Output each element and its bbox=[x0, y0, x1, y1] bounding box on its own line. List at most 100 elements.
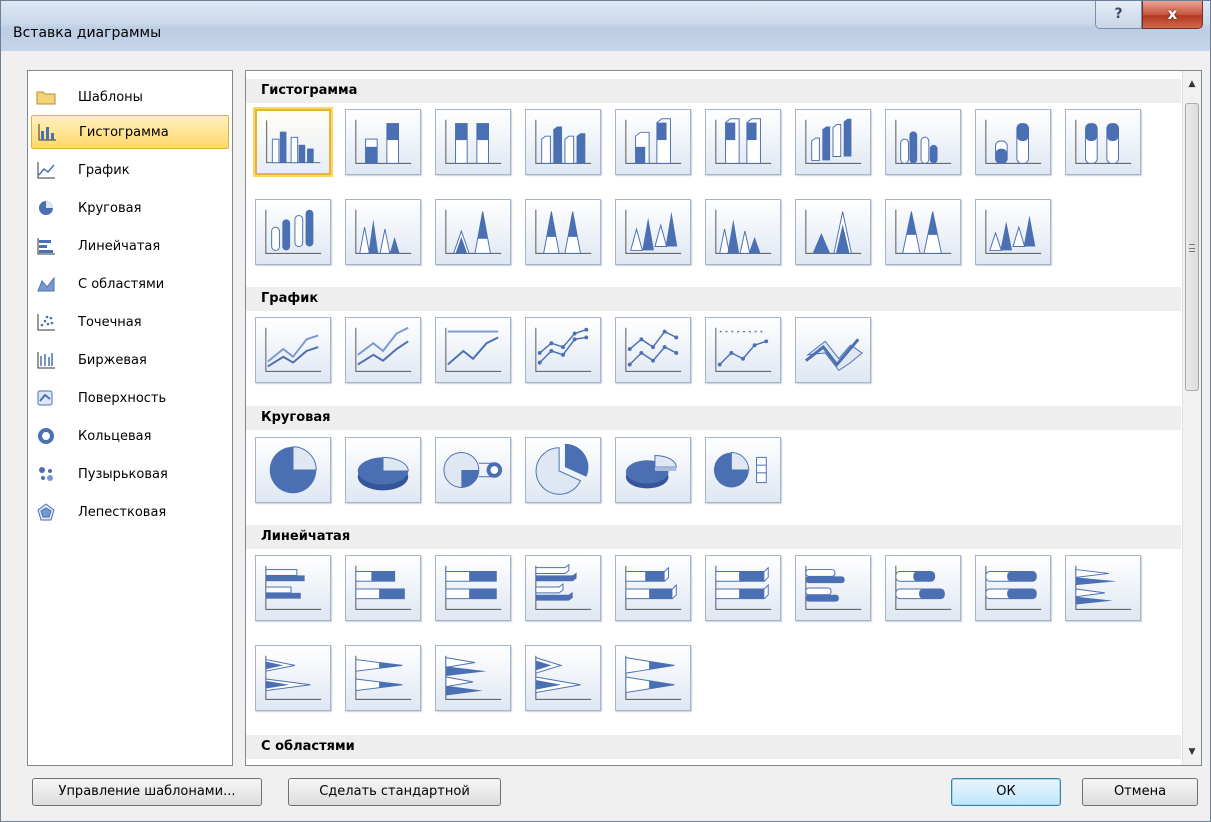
stacked-horizontal-pyramid-icon bbox=[535, 655, 592, 700]
chart-100-stacked-line-markers[interactable] bbox=[705, 317, 781, 383]
chart-3d-stacked-column[interactable] bbox=[615, 109, 691, 175]
category-templates[interactable]: Шаблоны bbox=[31, 80, 229, 114]
chart-stacked-column[interactable] bbox=[345, 109, 421, 175]
close-button[interactable]: x bbox=[1142, 1, 1203, 29]
scroll-thumb[interactable] bbox=[1185, 103, 1199, 391]
chart-3d-line[interactable] bbox=[795, 317, 871, 383]
set-as-default-button[interactable]: Сделать стандартной bbox=[288, 778, 501, 806]
3d-column-icon bbox=[805, 118, 862, 164]
chart-clustered-horizontal-pyramid[interactable] bbox=[435, 645, 511, 711]
chart-line-markers[interactable] bbox=[525, 317, 601, 383]
chart-bar-of-pie[interactable] bbox=[705, 437, 781, 503]
column-chart-icon bbox=[37, 122, 57, 142]
category-pie[interactable]: Круговая bbox=[31, 191, 229, 225]
percent-stacked-line-markers-icon bbox=[715, 327, 772, 372]
manage-templates-button[interactable]: Управление шаблонами... bbox=[32, 778, 262, 806]
chart-clustered-column[interactable] bbox=[253, 107, 333, 177]
chart-clustered-horizontal-cylinder[interactable] bbox=[795, 555, 871, 621]
scroll-up-icon[interactable]: ▲ bbox=[1183, 75, 1201, 93]
chart-line[interactable] bbox=[255, 317, 331, 383]
category-area[interactable]: С областями bbox=[31, 267, 229, 301]
stacked-line-markers-icon bbox=[625, 327, 682, 372]
chart-pie-of-pie[interactable] bbox=[435, 437, 511, 503]
chart-100-stacked-cylinder[interactable] bbox=[1065, 109, 1141, 175]
scatter-chart-icon bbox=[36, 312, 56, 332]
chart-3d-pie[interactable] bbox=[345, 437, 421, 503]
chart-100-stacked-column[interactable] bbox=[435, 109, 511, 175]
category-scatter[interactable]: Точечная bbox=[31, 305, 229, 339]
3d-cylinder-icon bbox=[265, 209, 322, 254]
chart-stacked-horizontal-cone[interactable] bbox=[255, 645, 331, 711]
chart-100-stacked-horizontal-cone[interactable] bbox=[345, 645, 421, 711]
grip-icon bbox=[1189, 244, 1195, 252]
percent-stacked-horizontal-cylinder-icon bbox=[985, 565, 1042, 610]
scroll-down-icon[interactable]: ▼ bbox=[1183, 743, 1201, 761]
chart-100-stacked-bar[interactable] bbox=[435, 555, 511, 621]
chart-stacked-bar[interactable] bbox=[345, 555, 421, 621]
chart-clustered-bar[interactable] bbox=[255, 555, 331, 621]
chart-100-stacked-horizontal-cylinder[interactable] bbox=[975, 555, 1051, 621]
close-icon: x bbox=[1167, 5, 1178, 23]
chart-stacked-horizontal-pyramid[interactable] bbox=[525, 645, 601, 711]
chart-3d-100-stacked-bar[interactable] bbox=[705, 555, 781, 621]
chart-100-stacked-pyramid[interactable] bbox=[885, 199, 961, 265]
chart-clustered-pyramid[interactable] bbox=[705, 199, 781, 265]
chart-clustered-horizontal-cone[interactable] bbox=[1065, 555, 1141, 621]
chart-3d-column[interactable] bbox=[795, 109, 871, 175]
chart-stacked-cone[interactable] bbox=[435, 199, 511, 265]
3d-percent-stacked-column-icon bbox=[715, 118, 772, 164]
help-button[interactable]: ? bbox=[1095, 1, 1142, 29]
cancel-button[interactable]: Отмена bbox=[1082, 778, 1198, 806]
horizontal-pyramid-icon bbox=[445, 655, 502, 700]
category-doughnut[interactable]: Кольцевая bbox=[31, 419, 229, 453]
chart-3d-cone[interactable] bbox=[615, 199, 691, 265]
percent-stacked-cylinder-icon bbox=[1075, 119, 1132, 164]
gallery-scrollbar[interactable]: ▲ ▼ bbox=[1182, 71, 1201, 765]
category-radar[interactable]: Лепестковая bbox=[31, 495, 229, 529]
chart-3d-clustered-bar[interactable] bbox=[525, 555, 601, 621]
chart-3d-stacked-bar[interactable] bbox=[615, 555, 691, 621]
cylinder-column-icon bbox=[895, 119, 952, 164]
chart-clustered-cone[interactable] bbox=[345, 199, 421, 265]
clustered-column-icon bbox=[266, 120, 321, 164]
chart-stacked-line-markers[interactable] bbox=[615, 317, 691, 383]
chart-100-stacked-cone[interactable] bbox=[525, 199, 601, 265]
chart-3d-clustered-column[interactable] bbox=[525, 109, 601, 175]
category-label: Лепестковая bbox=[78, 504, 167, 520]
category-stock[interactable]: Биржевая bbox=[31, 343, 229, 377]
category-label: Биржевая bbox=[78, 352, 147, 368]
chart-stacked-line[interactable] bbox=[345, 317, 421, 383]
category-label: Точечная bbox=[78, 314, 142, 330]
chart-clustered-cylinder[interactable] bbox=[885, 109, 961, 175]
chart-exploded-pie[interactable] bbox=[525, 437, 601, 503]
chart-100-stacked-line[interactable] bbox=[435, 317, 511, 383]
chart-category-list: Шаблоны Гистограмма График Круговая Лине… bbox=[27, 70, 233, 766]
chart-100-stacked-horizontal-pyramid[interactable] bbox=[615, 645, 691, 711]
category-label: Гистограмма bbox=[79, 124, 169, 140]
ok-button[interactable]: ОК bbox=[951, 778, 1061, 806]
doughnut-chart-icon bbox=[36, 426, 56, 446]
chart-3d-cylinder[interactable] bbox=[255, 199, 331, 265]
chart-3d-100-stacked-column[interactable] bbox=[705, 109, 781, 175]
exploded-pie-icon bbox=[535, 443, 589, 495]
category-surface[interactable]: Поверхность bbox=[31, 381, 229, 415]
category-bar[interactable]: Линейчатая bbox=[31, 229, 229, 263]
percent-stacked-line-icon bbox=[445, 327, 502, 372]
chart-stacked-cylinder[interactable] bbox=[975, 109, 1051, 175]
chart-3d-pyramid[interactable] bbox=[975, 199, 1051, 265]
chart-exploded-3d-pie[interactable] bbox=[615, 437, 691, 503]
surface-chart-icon bbox=[36, 388, 56, 408]
area-chart-icon bbox=[36, 274, 56, 294]
percent-stacked-horizontal-cone-icon bbox=[355, 655, 412, 700]
chart-stacked-pyramid[interactable] bbox=[795, 199, 871, 265]
pyramid-column-icon bbox=[715, 209, 772, 254]
stacked-bar-icon bbox=[355, 565, 412, 610]
category-bubble[interactable]: Пузырьковая bbox=[31, 457, 229, 491]
chart-pie[interactable] bbox=[255, 437, 331, 503]
chart-stacked-horizontal-cylinder[interactable] bbox=[885, 555, 961, 621]
category-label: Линейчатая bbox=[78, 238, 161, 254]
category-histogram[interactable]: Гистограмма bbox=[31, 115, 229, 149]
stacked-horizontal-cylinder-icon bbox=[895, 565, 952, 610]
category-line[interactable]: График bbox=[31, 153, 229, 187]
percent-stacked-cone-icon bbox=[535, 209, 592, 254]
